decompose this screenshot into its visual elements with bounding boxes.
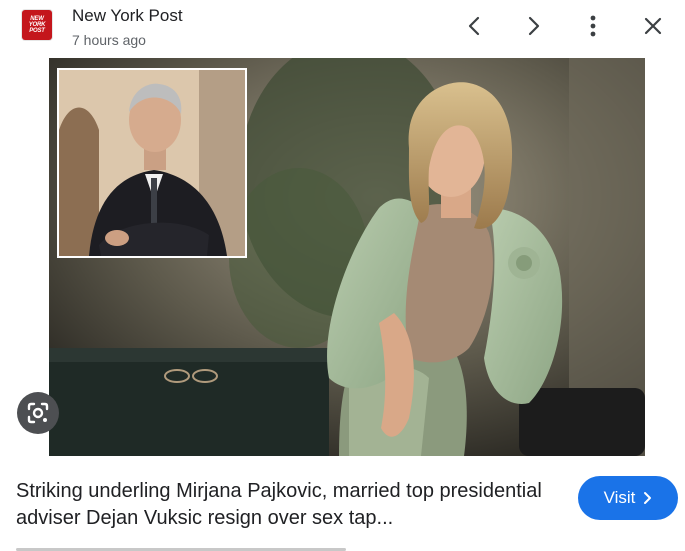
article-image[interactable] [49, 58, 645, 456]
more-options-button[interactable] [579, 12, 607, 40]
next-button[interactable] [520, 12, 548, 40]
close-button[interactable] [639, 12, 667, 40]
inset-scene [59, 70, 245, 256]
close-icon [644, 17, 662, 35]
visit-button-label: Visit [603, 488, 636, 507]
image-preview-area [0, 58, 685, 456]
chevron-right-icon [644, 492, 652, 504]
more-vert-icon [590, 15, 596, 37]
inset-portrait [57, 68, 247, 258]
truncated-footer-text [16, 543, 346, 551]
visual-search-button[interactable] [17, 392, 59, 434]
previous-button[interactable] [460, 12, 488, 40]
lens-icon [27, 402, 49, 424]
image-caption[interactable]: Striking underling Mirjana Pajkovic, mar… [16, 478, 566, 534]
logo-text: NEW YORK POST [28, 16, 46, 34]
visit-button[interactable]: Visit [578, 476, 678, 520]
source-name[interactable]: New York Post [72, 6, 183, 26]
chevron-left-icon [468, 16, 480, 36]
source-logo: NEW YORK POST [22, 10, 52, 40]
timestamp: 7 hours ago [72, 32, 146, 48]
panel-header: NEW YORK POST New York Post 7 hours ago [0, 0, 685, 58]
chevron-right-icon [528, 16, 540, 36]
